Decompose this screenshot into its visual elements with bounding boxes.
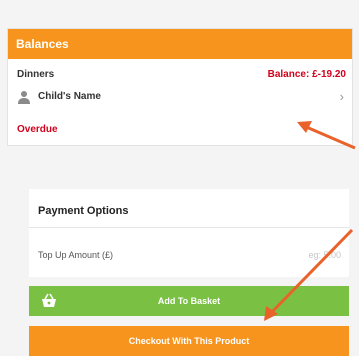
balance-amount: Balance: £-19.20 [267, 69, 346, 80]
add-to-basket-button[interactable]: Add To Basket [29, 286, 349, 316]
payment-options-panel: Payment Options Top Up Amount (£) [29, 189, 349, 277]
divider [29, 227, 349, 228]
child-row[interactable]: Child's Name › [8, 87, 352, 109]
checkout-button[interactable]: Checkout With This Product [29, 326, 349, 356]
payment-options-title: Payment Options [38, 205, 129, 217]
add-to-basket-label: Add To Basket [157, 296, 221, 306]
account-label: Dinners [17, 69, 55, 80]
dinners-row: Dinners Balance: £-19.20 [8, 65, 352, 87]
checkout-label: Checkout With This Product [128, 336, 250, 346]
balances-header: Balances [8, 29, 352, 59]
basket-icon [42, 293, 56, 307]
topup-amount-input[interactable] [219, 245, 343, 265]
chevron-right-icon: › [339, 89, 344, 104]
overdue-status: Overdue [17, 124, 58, 135]
topup-amount-label: Top Up Amount (£) [38, 250, 114, 260]
person-icon [18, 91, 30, 104]
balances-panel: Balances Dinners Balance: £-19.20 Child'… [7, 28, 353, 146]
child-name: Child's Name [38, 91, 101, 102]
